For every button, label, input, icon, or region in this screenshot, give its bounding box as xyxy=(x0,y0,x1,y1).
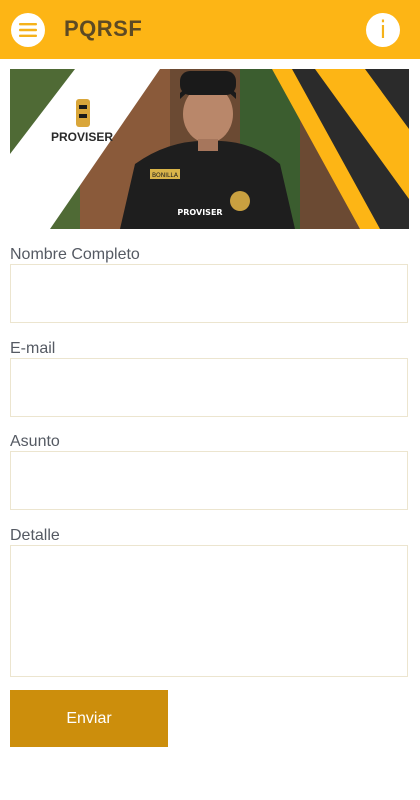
info-icon: i xyxy=(379,16,387,44)
menu-button[interactable] xyxy=(11,13,45,47)
tiger-logo-icon xyxy=(76,99,90,127)
app-header: PQRSF i xyxy=(0,0,420,59)
submit-button[interactable]: Enviar xyxy=(10,690,168,747)
email-label: E-mail xyxy=(10,340,56,357)
info-button[interactable]: i xyxy=(366,13,400,47)
banner-brand-text: PROVISER xyxy=(51,130,113,144)
subject-label: Asunto xyxy=(10,433,60,450)
detail-textarea[interactable] xyxy=(10,545,408,677)
banner-image: BONILLA PROVISER PROVISER xyxy=(10,69,409,229)
email-field[interactable] xyxy=(10,358,408,417)
page-title: PQRSF xyxy=(64,16,143,41)
vest-logo-text: PROVISER xyxy=(177,208,222,217)
hamburger-menu-icon xyxy=(19,23,37,37)
badge-text: BONILLA xyxy=(152,172,179,179)
full-name-label: Nombre Completo xyxy=(10,246,140,263)
subject-field[interactable] xyxy=(10,451,408,510)
detail-label: Detalle xyxy=(10,527,60,544)
full-name-field[interactable] xyxy=(10,264,408,323)
